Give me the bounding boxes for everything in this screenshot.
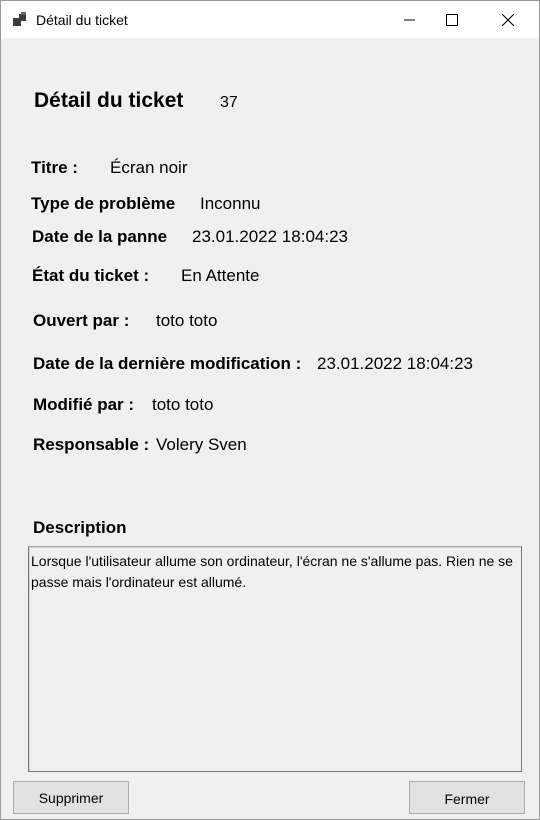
ticket-detail-window: Détail du ticket Détail du ticket 37 Tit… <box>0 0 540 820</box>
close-window-button[interactable] <box>485 1 531 38</box>
date-panne-label: Date de la panne <box>32 227 168 246</box>
etat-label: État du ticket : <box>32 266 150 285</box>
ouvert-par-label: Ouvert par : <box>33 311 130 330</box>
responsable-label: Responsable : <box>33 435 150 454</box>
close-icon <box>502 13 514 26</box>
description-label: Description <box>33 518 127 537</box>
titre-label: Titre : <box>31 158 78 177</box>
titre-value: Écran noir <box>110 158 188 177</box>
app-window-icon <box>13 12 29 28</box>
maximize-button[interactable] <box>429 1 475 38</box>
minimize-icon <box>404 19 415 20</box>
delete-button[interactable]: Supprimer <box>13 781 129 814</box>
modifie-par-label: Modifié par : <box>33 395 135 414</box>
maximize-icon <box>446 13 458 26</box>
window-title: Détail du ticket <box>36 12 128 28</box>
ticket-id: 37 <box>220 94 238 111</box>
ouvert-par-value: toto toto <box>156 311 218 330</box>
minimize-button[interactable] <box>387 1 433 38</box>
date-panne-value: 23.01.2022 18:04:23 <box>192 227 348 246</box>
type-label: Type de problème <box>31 194 176 213</box>
responsable-value: Volery Sven <box>156 435 247 454</box>
date-modif-value: 23.01.2022 18:04:23 <box>317 354 473 373</box>
title-bar[interactable]: Détail du ticket <box>1 1 539 38</box>
description-textbox[interactable]: Lorsque l'utilisateur allume son ordinat… <box>28 546 522 772</box>
etat-value: En Attente <box>181 266 260 285</box>
modifie-par-value: toto toto <box>152 395 214 414</box>
date-modif-label: Date de la dernière modification : <box>33 354 302 373</box>
page-title: Détail du ticket <box>34 89 184 112</box>
type-value: Inconnu <box>200 194 261 213</box>
close-button[interactable]: Fermer <box>409 781 525 814</box>
